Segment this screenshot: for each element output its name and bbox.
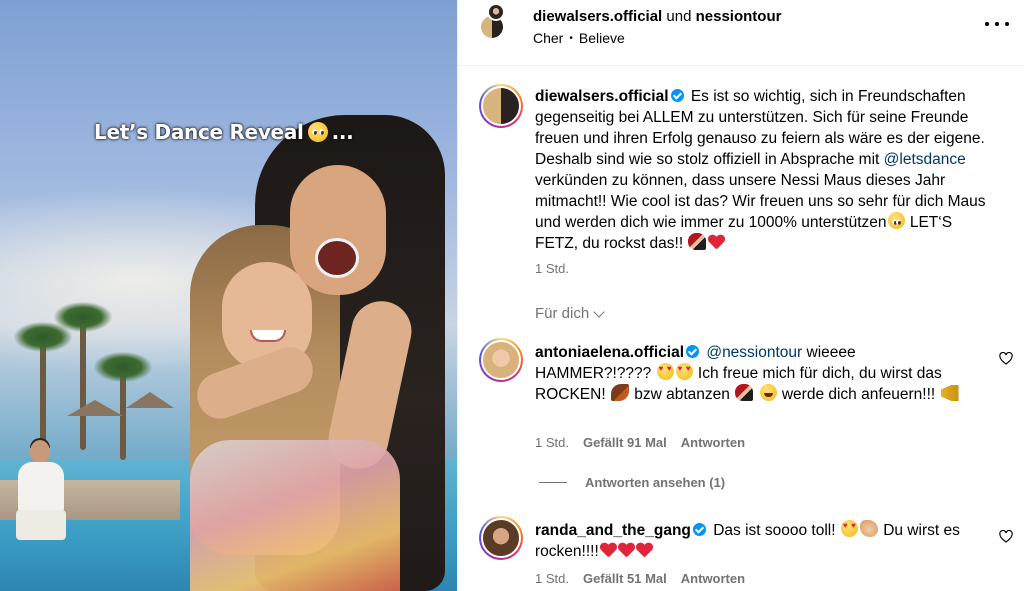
red-heart-icon — [600, 543, 616, 558]
comment-time[interactable]: 1 Std. — [535, 435, 569, 450]
palm-tree — [14, 322, 72, 450]
view-replies-label: Antworten ansehen (1) — [585, 475, 726, 490]
sort-label: Für dich — [535, 305, 590, 322]
avatar-collab-secondary[interactable] — [487, 3, 505, 21]
more-options-icon[interactable] — [985, 14, 1009, 34]
red-heart-icon — [708, 235, 724, 250]
header-username-1[interactable]: diewalsers.official — [533, 8, 662, 25]
comment-text: antoniaelena.official @nessiontour wieee… — [535, 342, 975, 405]
palm-tree — [54, 302, 112, 450]
comment-body: bzw abtanzen — [634, 386, 730, 403]
mention-link[interactable]: @letsdance — [884, 151, 966, 168]
chevron-down-icon — [593, 305, 605, 318]
caption-text: diewalsers.official Es ist so wichtig, s… — [535, 86, 995, 254]
parasol-hut — [126, 392, 174, 408]
comment-avatar[interactable] — [479, 516, 523, 560]
comment-text: randa_and_the_gang Das ist soooo toll! D… — [535, 520, 975, 562]
header-title: diewalsers.official und nessiontour — [533, 8, 781, 25]
post-header: diewalsers.official und nessiontour Cher… — [458, 0, 1024, 66]
comment-body: werde dich anfeuern!!! — [781, 386, 936, 403]
comment-meta: 1 Std. Gefällt 51 Mal Antworten — [535, 571, 745, 586]
dancer-icon — [735, 384, 754, 401]
pleading-face-icon — [307, 122, 328, 142]
red-heart-icon — [618, 543, 634, 558]
comment-meta: 1 Std. Gefällt 91 Mal Antworten — [535, 435, 745, 450]
comment-body: Das ist soooo toll! — [713, 522, 836, 539]
smiley-icon — [759, 384, 777, 401]
caption-text: Let’s Dance Reveal — [94, 120, 304, 144]
verified-icon — [686, 345, 700, 358]
audio-info[interactable]: Cher • Believe — [533, 30, 625, 46]
post-media[interactable]: Let’s Dance Reveal ... — [0, 0, 457, 591]
guitar-icon — [610, 384, 629, 401]
pleading-face-icon — [887, 212, 905, 229]
comment-time[interactable]: 1 Std. — [535, 571, 569, 586]
header-conjunction: und — [666, 8, 692, 25]
woman-right-mouth — [315, 238, 359, 278]
heart-eyes-icon — [840, 520, 858, 537]
comment-avatar[interactable] — [479, 338, 523, 382]
divider-line — [539, 482, 567, 483]
header-username-2[interactable]: nessiontour — [696, 8, 782, 25]
video-caption: Let’s Dance Reveal ... — [94, 120, 354, 144]
song-artist[interactable]: Cher — [533, 30, 563, 46]
song-title[interactable]: Believe — [579, 30, 625, 46]
comment-username[interactable]: randa_and_the_gang — [535, 522, 691, 539]
caption-meta: 1 Std. — [535, 261, 569, 276]
like-heart-icon[interactable] — [999, 530, 1013, 543]
separator: • — [569, 32, 573, 44]
post-panel: diewalsers.official und nessiontour Cher… — [457, 0, 1024, 591]
heart-eyes-icon — [675, 363, 693, 380]
like-count[interactable]: Gefällt 91 Mal — [583, 435, 667, 450]
caption-suffix: ... — [331, 120, 354, 144]
caption-time[interactable]: 1 Std. — [535, 261, 569, 276]
like-heart-icon[interactable] — [999, 352, 1013, 365]
caption-avatar[interactable] — [479, 84, 523, 128]
heart-eyes-icon — [656, 363, 674, 380]
megaphone-icon — [940, 385, 959, 401]
clapping-hands-icon — [859, 520, 878, 537]
caption-username[interactable]: diewalsers.official — [535, 88, 669, 105]
verified-icon — [692, 523, 706, 536]
reply-button[interactable]: Antworten — [681, 571, 745, 586]
mention-link[interactable]: @nessiontour — [706, 344, 802, 361]
dancer-icon — [688, 233, 707, 250]
view-replies-button[interactable]: Antworten ansehen (1) — [539, 475, 725, 490]
dress — [190, 440, 400, 591]
reply-button[interactable]: Antworten — [681, 435, 745, 450]
red-heart-icon — [636, 543, 652, 558]
comment-sort-dropdown[interactable]: Für dich — [535, 305, 605, 322]
like-count[interactable]: Gefällt 51 Mal — [583, 571, 667, 586]
verified-icon — [670, 89, 684, 102]
man-in-background — [10, 438, 70, 540]
comment-username[interactable]: antoniaelena.official — [535, 344, 684, 361]
